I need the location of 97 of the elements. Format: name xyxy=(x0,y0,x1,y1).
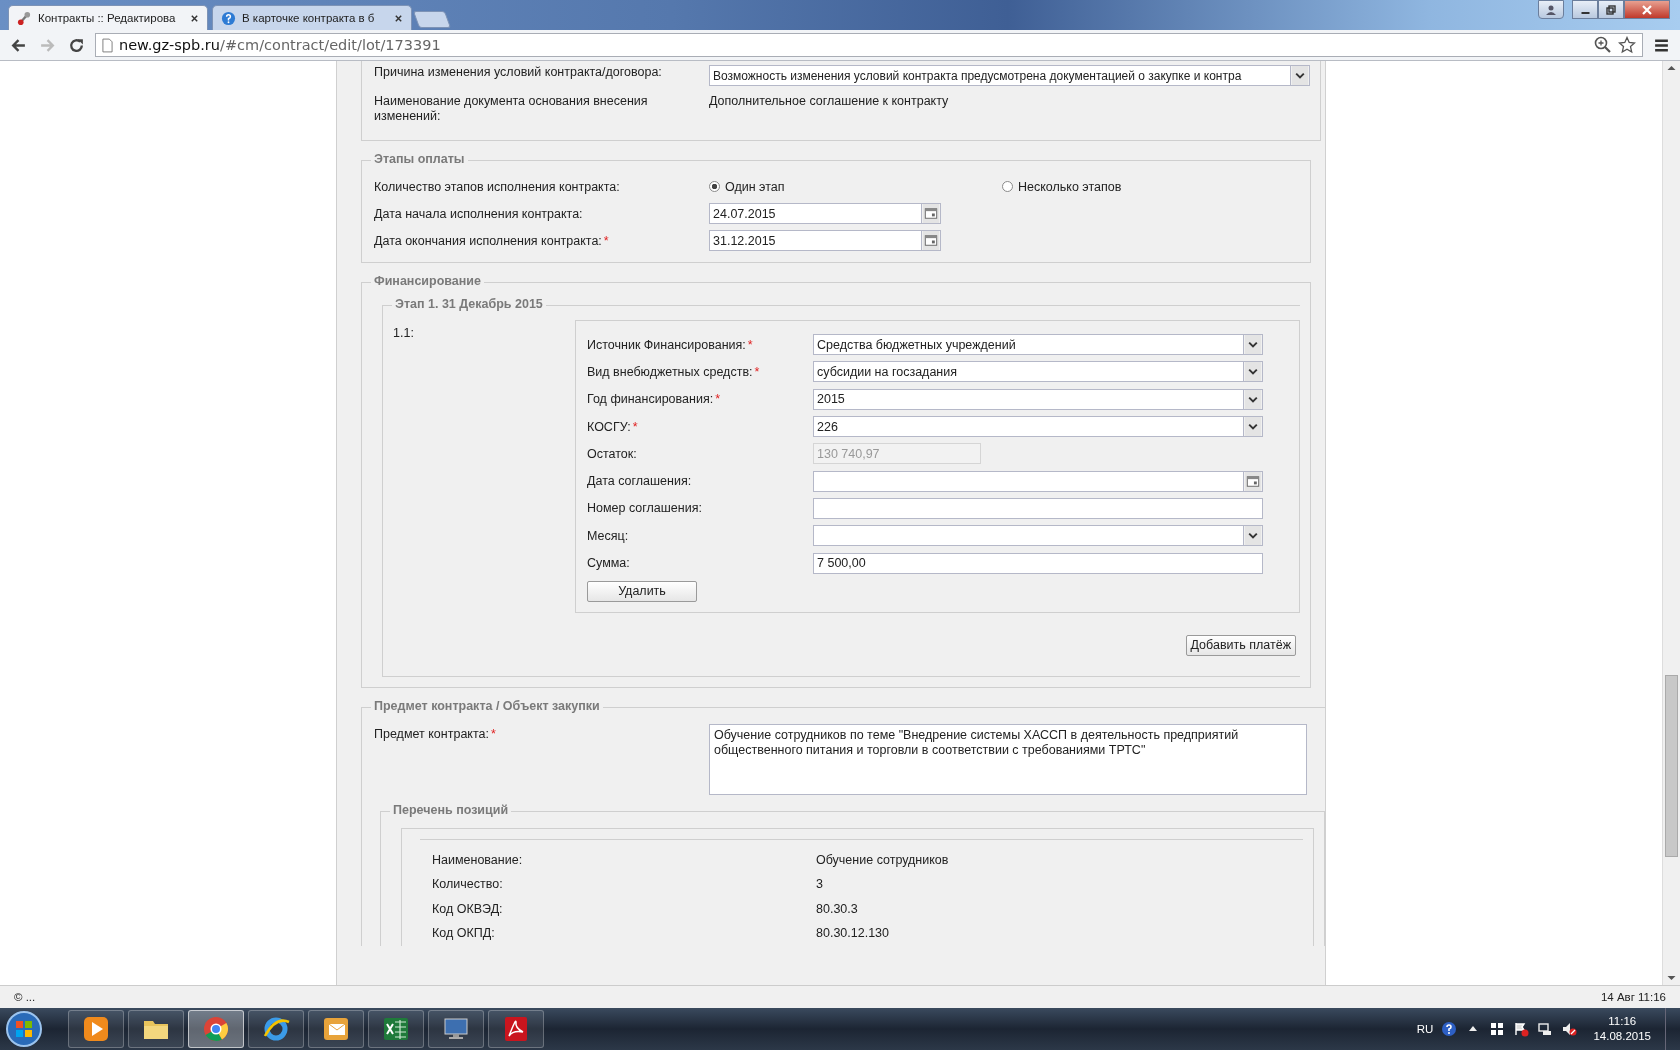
close-icon[interactable] xyxy=(394,13,403,23)
address-bar[interactable]: new.gz-spb.ru/#cm/contract/edit/lot/173391 xyxy=(95,33,1643,57)
field-label: Предмет контракта: * xyxy=(374,725,497,741)
language-indicator[interactable]: RU xyxy=(1416,1023,1434,1035)
chevron-down-icon xyxy=(1243,389,1262,409)
new-tab-button[interactable] xyxy=(412,11,452,28)
field-value: Обучение сотрудников xyxy=(816,852,949,867)
chevron-down-icon xyxy=(1290,66,1309,85)
scroll-thumb[interactable] xyxy=(1665,675,1678,857)
play-icon xyxy=(81,1014,111,1044)
delete-button[interactable]: Удалить xyxy=(587,580,697,602)
status-text: © ... xyxy=(14,991,36,1003)
restore-icon xyxy=(1605,3,1617,16)
speaker-muted-icon[interactable] xyxy=(1561,1021,1578,1037)
browser-icon xyxy=(201,1014,231,1044)
input-field: 130 740,97 xyxy=(813,443,981,465)
input-field[interactable] xyxy=(813,497,1263,519)
taskbar-app[interactable] xyxy=(488,1010,544,1048)
section-title: Этапы оплаты xyxy=(371,152,468,166)
chevron-down-icon xyxy=(1243,362,1262,382)
close-icon xyxy=(1640,3,1654,16)
minimize-icon xyxy=(1580,11,1590,14)
field-label: Наименование: xyxy=(431,852,524,867)
field-label: Год финансирования: * xyxy=(587,392,721,407)
user-button[interactable] xyxy=(1538,0,1564,19)
field-value: Дополнительное соглашение к контракту xyxy=(709,94,949,108)
field-label: Код ОКВЭД: xyxy=(431,901,504,916)
field-label: КОСГУ: * xyxy=(587,419,639,434)
zoom-icon[interactable] xyxy=(1594,36,1612,54)
field-label: Причина изменения условий контракта/договора: xyxy=(374,65,663,80)
field-label: Сумма: xyxy=(587,556,631,570)
page-icon xyxy=(102,37,113,53)
chevron-down-icon xyxy=(1243,417,1262,437)
field-label: Дата соглашения: xyxy=(587,474,693,489)
scrollbar[interactable] xyxy=(1662,61,1680,985)
close-icon[interactable] xyxy=(190,13,199,23)
section-title: Финансирование xyxy=(371,274,484,288)
help-icon xyxy=(221,10,236,26)
clock-time[interactable]: 11:16 xyxy=(1608,1014,1637,1029)
tool-icon xyxy=(17,10,32,26)
field-label: Код ОКПД: xyxy=(431,926,496,941)
field-label: Источник Финансирования: * xyxy=(587,337,754,352)
field-value: 3 xyxy=(816,877,823,892)
dropdown[interactable]: Возможность изменения условий контракта предусмотрена документацией о закупке и контра xyxy=(709,65,1310,86)
person-icon xyxy=(1545,3,1557,16)
field-label: Месяц: xyxy=(587,528,630,543)
chevron-down-icon xyxy=(1243,335,1262,355)
taskbar-app[interactable] xyxy=(368,1010,424,1048)
date-field[interactable]: 24.07.2015 xyxy=(709,203,941,224)
taskbar-app[interactable] xyxy=(68,1010,124,1048)
field-value: 80.30.12.130 xyxy=(816,926,889,941)
radio-button[interactable] xyxy=(709,181,720,192)
field-label: Номер соглашения: xyxy=(587,501,703,516)
dropdown[interactable]: Средства бюджетных учреждений xyxy=(813,334,1263,356)
minimize-button[interactable] xyxy=(1572,0,1598,19)
browser-tab[interactable]: Контракты :: Редактирова xyxy=(8,5,208,30)
calendar-icon[interactable] xyxy=(1243,471,1262,491)
dropdown[interactable]: 2015 xyxy=(813,388,1263,410)
dropdown[interactable]: субсидии на госзадания xyxy=(813,361,1263,383)
radio-option[interactable]: Несколько этапов xyxy=(1002,179,1295,194)
add-payment-button[interactable]: Добавить платёж xyxy=(1185,634,1296,656)
windows-flag-icon[interactable] xyxy=(1489,1021,1506,1037)
taskbar-app[interactable] xyxy=(128,1010,184,1048)
date-field[interactable]: 31.12.2015 xyxy=(709,230,941,251)
field-label: Дата начала исполнения контракта: xyxy=(374,206,584,221)
field-value: 80.30.3 xyxy=(816,901,858,916)
close-button[interactable] xyxy=(1624,0,1670,19)
star-icon[interactable] xyxy=(1618,36,1636,54)
browser-tab[interactable]: В карточке контракта в б xyxy=(212,5,412,30)
help-icon[interactable] xyxy=(1441,1021,1458,1037)
field-label: Остаток: xyxy=(587,446,638,461)
field-label: Количество: xyxy=(431,877,504,892)
section-title: Перечень позиций xyxy=(390,802,512,817)
chevron-down-icon xyxy=(1243,526,1262,546)
field-label: Вид внебюджетных средств: * xyxy=(587,364,761,379)
taskbar-app[interactable] xyxy=(248,1010,304,1048)
calendar-icon[interactable] xyxy=(921,231,940,250)
field-label: Дата окончания исполнения контракта: * xyxy=(374,233,610,248)
input-field[interactable]: 7 500,00 xyxy=(813,552,1263,574)
flag-error-icon[interactable] xyxy=(1513,1021,1530,1037)
radio-button[interactable] xyxy=(1002,181,1013,192)
network-icon[interactable] xyxy=(1537,1021,1554,1037)
field-label: Количество этапов исполнения контракта: xyxy=(374,179,621,194)
item-number: 1.1: xyxy=(393,325,415,342)
date-field[interactable] xyxy=(813,470,1263,492)
start-button[interactable] xyxy=(4,1009,44,1049)
taskbar-app[interactable] xyxy=(308,1010,364,1048)
section-title: Предмет контракта / Объект закупки xyxy=(371,698,603,713)
dropdown[interactable]: 226 xyxy=(813,416,1263,438)
calendar-icon[interactable] xyxy=(921,204,940,223)
field-label: Наименование документа основания внесения изменений: xyxy=(374,94,649,124)
restore-button[interactable] xyxy=(1598,0,1624,19)
stage-title: Этап 1. 31 Декабрь 2015 xyxy=(392,297,546,311)
status-time: 14 Авг 11:16 xyxy=(1600,991,1666,1003)
radio-option[interactable]: Один этап xyxy=(709,179,1002,194)
clock-date[interactable]: 14.08.2015 xyxy=(1593,1029,1651,1044)
text-area[interactable]: Обучение сотрудников по теме "Внедрение системы ХАССП в деятельность предприятий общественного питания и торговли в соответствии с требованиями ТРТС" xyxy=(709,723,1307,795)
